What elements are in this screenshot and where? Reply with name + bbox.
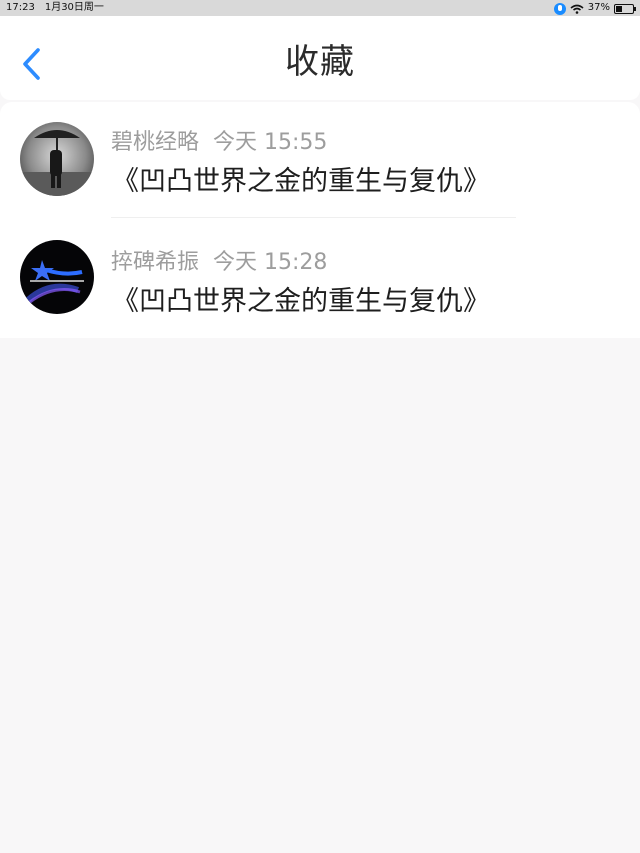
favorite-item[interactable]: 碧桃经略 今天 15:55 《凹凸世界之金的重生与复仇》 bbox=[0, 102, 640, 220]
wifi-icon bbox=[570, 4, 584, 14]
favorites-list: 碧桃经略 今天 15:55 《凹凸世界之金的重生与复仇》 捽碑希振 今天 15:28… bbox=[0, 102, 640, 338]
status-time: 17:23 bbox=[6, 2, 35, 13]
item-meta: 捽碑希振 今天 15:28 bbox=[111, 244, 327, 276]
favorite-item[interactable]: 捽碑希振 今天 15:28 《凹凸世界之金的重生与复仇》 bbox=[0, 220, 640, 338]
status-bar: 17:23 1月30日周一 37% bbox=[0, 0, 640, 16]
microphone-icon bbox=[553, 3, 566, 15]
item-title: 《凹凸世界之金的重生与复仇》 bbox=[112, 286, 490, 317]
author-name: 碧桃经略 bbox=[111, 130, 200, 155]
item-meta: 碧桃经略 今天 15:55 bbox=[111, 124, 327, 156]
battery-icon bbox=[614, 3, 636, 14]
person-with-umbrella-avatar-icon bbox=[20, 122, 94, 196]
avatar bbox=[20, 122, 94, 196]
shooting-star-avatar-icon bbox=[20, 240, 94, 314]
page-title: 收藏 bbox=[285, 42, 355, 82]
status-date: 1月30日周一 bbox=[44, 2, 104, 13]
divider bbox=[111, 217, 516, 218]
author-name: 捽碑希振 bbox=[111, 250, 200, 275]
item-time: 今天 15:55 bbox=[213, 130, 328, 155]
avatar bbox=[20, 240, 94, 314]
battery-percent: 37% bbox=[587, 2, 610, 13]
header: 收藏 bbox=[0, 16, 640, 100]
item-title: 《凹凸世界之金的重生与复仇》 bbox=[112, 166, 490, 197]
item-time: 今天 15:28 bbox=[213, 250, 328, 275]
